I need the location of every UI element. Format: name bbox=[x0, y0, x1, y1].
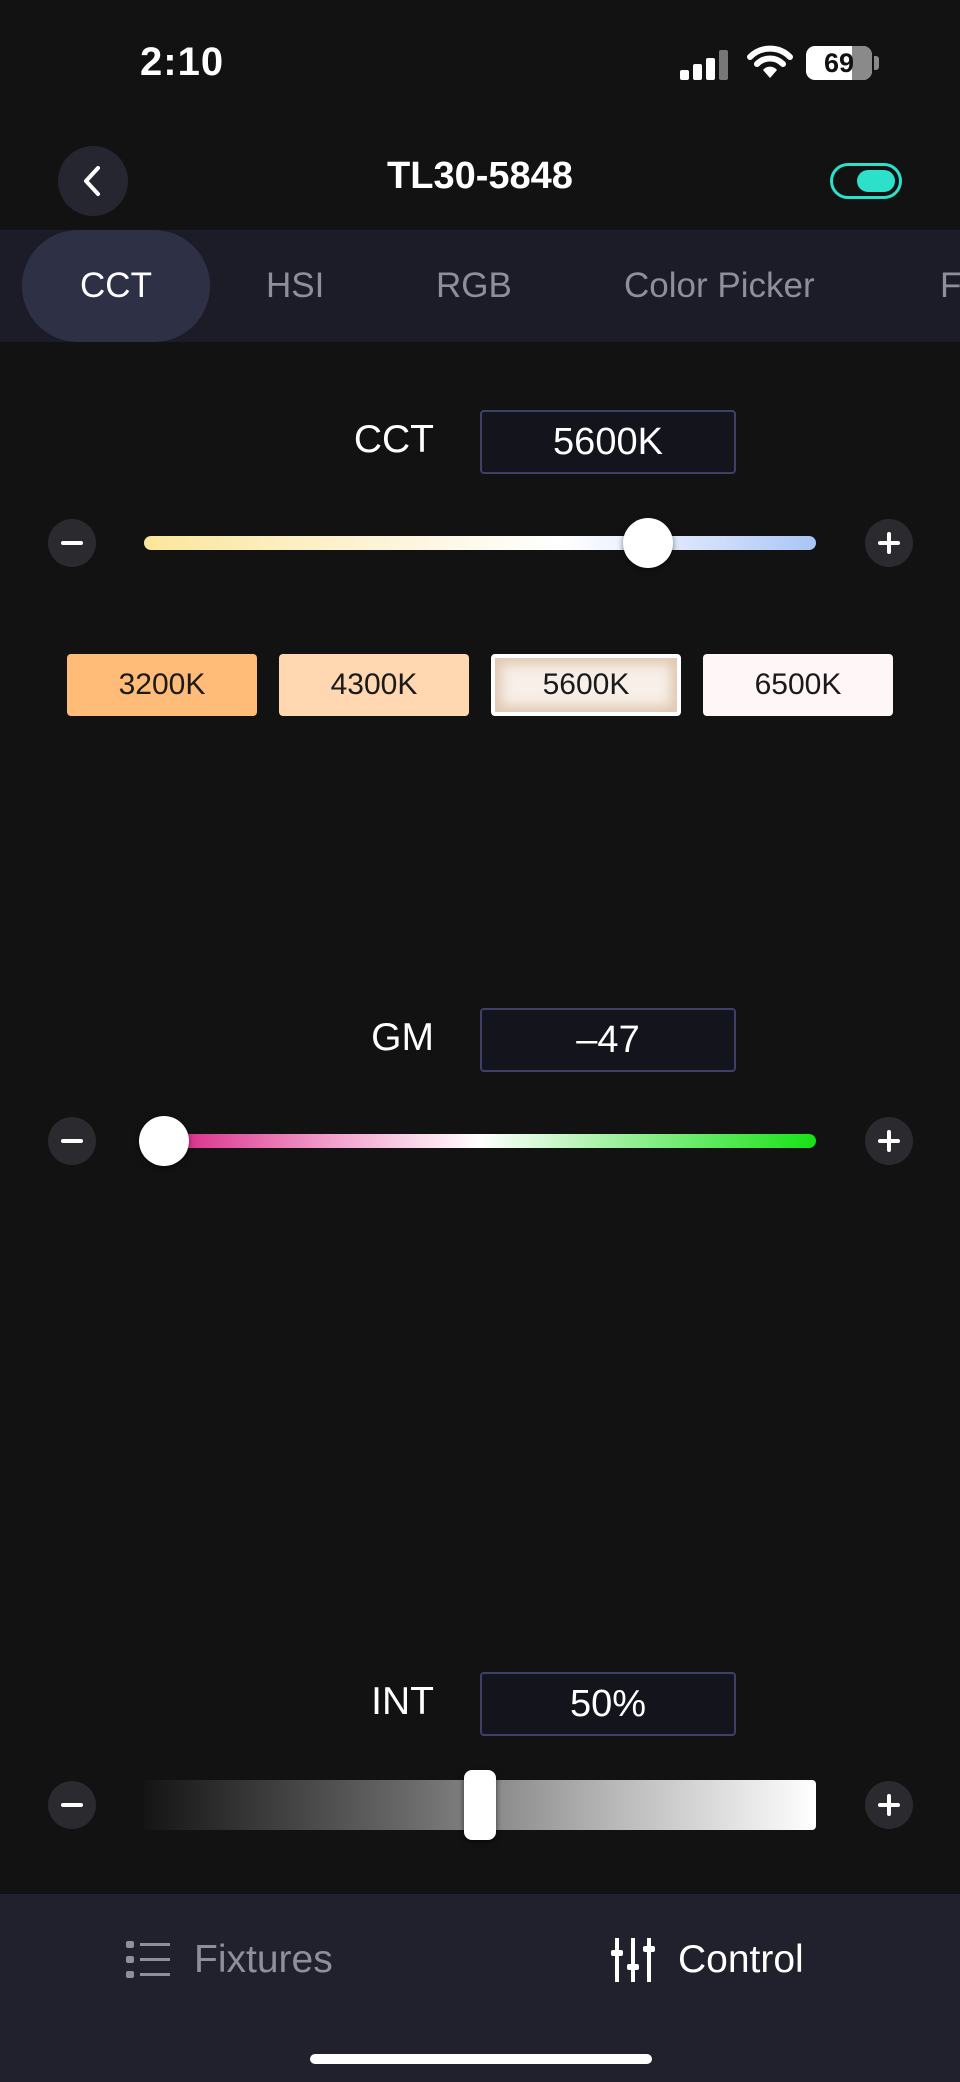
preset-6500k-button[interactable]: 6500K bbox=[703, 654, 893, 716]
int-value-input[interactable]: 50% bbox=[480, 1672, 736, 1736]
gm-slider-track[interactable] bbox=[144, 1134, 816, 1148]
gm-value-input[interactable]: –47 bbox=[480, 1008, 736, 1072]
nav-control[interactable]: Control bbox=[610, 1928, 804, 1992]
preset-4300k-button[interactable]: 4300K bbox=[279, 654, 469, 716]
battery-tip bbox=[874, 56, 879, 70]
int-decrease-button[interactable] bbox=[48, 1781, 96, 1829]
nav-control-label: Control bbox=[678, 1938, 804, 1981]
nav-fixtures-label: Fixtures bbox=[194, 1938, 333, 1981]
battery-percent: 69 bbox=[823, 48, 855, 78]
toggle-knob bbox=[857, 170, 895, 192]
tab-rgb[interactable]: RGB bbox=[436, 230, 512, 342]
tab-cct[interactable]: CCT bbox=[22, 230, 210, 342]
gm-slider-thumb[interactable] bbox=[139, 1116, 190, 1166]
cct-label: CCT bbox=[353, 418, 434, 461]
cct-slider-thumb[interactable] bbox=[623, 518, 673, 568]
cct-increase-button[interactable] bbox=[865, 519, 913, 567]
minus-icon bbox=[61, 1803, 83, 1807]
preset-5600k-button[interactable]: 5600K bbox=[491, 654, 681, 716]
gm-decrease-button[interactable] bbox=[48, 1117, 96, 1165]
int-increase-button[interactable] bbox=[865, 1781, 913, 1829]
intensity-slider-thumb[interactable] bbox=[464, 1770, 496, 1840]
preset-3200k-button[interactable]: 3200K bbox=[67, 654, 257, 716]
minus-icon bbox=[61, 541, 83, 545]
power-toggle[interactable] bbox=[830, 163, 902, 199]
list-icon bbox=[126, 1941, 170, 1978]
gm-increase-button[interactable] bbox=[865, 1117, 913, 1165]
cct-value-input[interactable]: 5600K bbox=[480, 410, 736, 474]
home-indicator[interactable] bbox=[310, 2054, 652, 2064]
battery-icon: 69 bbox=[806, 46, 872, 80]
status-time: 2:10 bbox=[140, 40, 225, 84]
tab-f[interactable]: F bbox=[940, 230, 960, 342]
gm-label: GM bbox=[371, 1016, 434, 1059]
cellular-signal-icon bbox=[680, 50, 730, 80]
cct-decrease-button[interactable] bbox=[48, 519, 96, 567]
mode-tab-bar: CCT HSI RGB Color Picker F bbox=[0, 230, 960, 342]
nav-fixtures[interactable]: Fixtures bbox=[124, 1928, 333, 1992]
page-title: TL30-5848 bbox=[387, 155, 573, 197]
int-label: INT bbox=[371, 1680, 434, 1723]
minus-icon bbox=[61, 1139, 83, 1143]
tab-color-picker[interactable]: Color Picker bbox=[624, 230, 815, 342]
status-bar: 2:10 69 bbox=[0, 0, 960, 130]
wifi-icon bbox=[747, 45, 793, 78]
cct-slider-track[interactable] bbox=[144, 536, 816, 550]
tab-hsi[interactable]: HSI bbox=[266, 230, 324, 342]
sliders-icon bbox=[611, 1938, 655, 1982]
